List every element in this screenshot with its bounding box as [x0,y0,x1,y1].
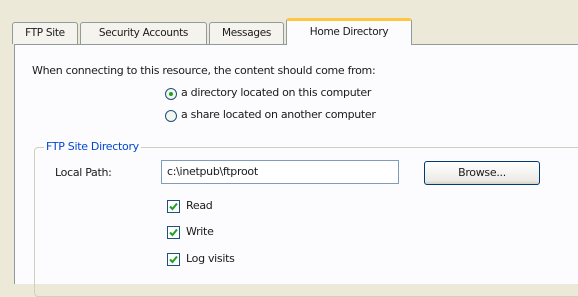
log-visits-checkbox[interactable] [167,253,180,266]
content-source-prompt: When connecting to this resource, the co… [32,64,376,77]
tab-ftp-site[interactable]: FTP Site [12,22,78,44]
read-checkbox[interactable] [167,200,180,213]
tab-strip: FTP Site Security Accounts Messages Home… [12,16,578,46]
write-label[interactable]: Write [186,225,214,238]
tab-security-accounts[interactable]: Security Accounts [80,22,207,44]
read-label[interactable]: Read [186,199,213,212]
tab-messages[interactable]: Messages [209,22,284,44]
local-path-label: Local Path: [55,166,112,179]
browse-button[interactable]: Browse... [424,161,540,185]
log-visits-label[interactable]: Log visits [186,252,235,265]
radio-local-directory[interactable] [165,88,177,100]
radio-local-directory-label[interactable]: a directory located on this computer [181,86,371,99]
ftp-site-directory-legend: FTP Site Directory [44,140,141,153]
check-mark-icon [169,255,178,264]
local-path-input[interactable]: c:\inetpub\ftproot [161,160,399,184]
write-checkbox[interactable] [167,226,180,239]
radio-network-share-label[interactable]: a share located on another computer [181,108,376,121]
check-mark-icon [169,202,178,211]
check-mark-icon [169,228,178,237]
radio-network-share[interactable] [165,110,177,122]
tab-home-directory[interactable]: Home Directory [286,18,412,45]
